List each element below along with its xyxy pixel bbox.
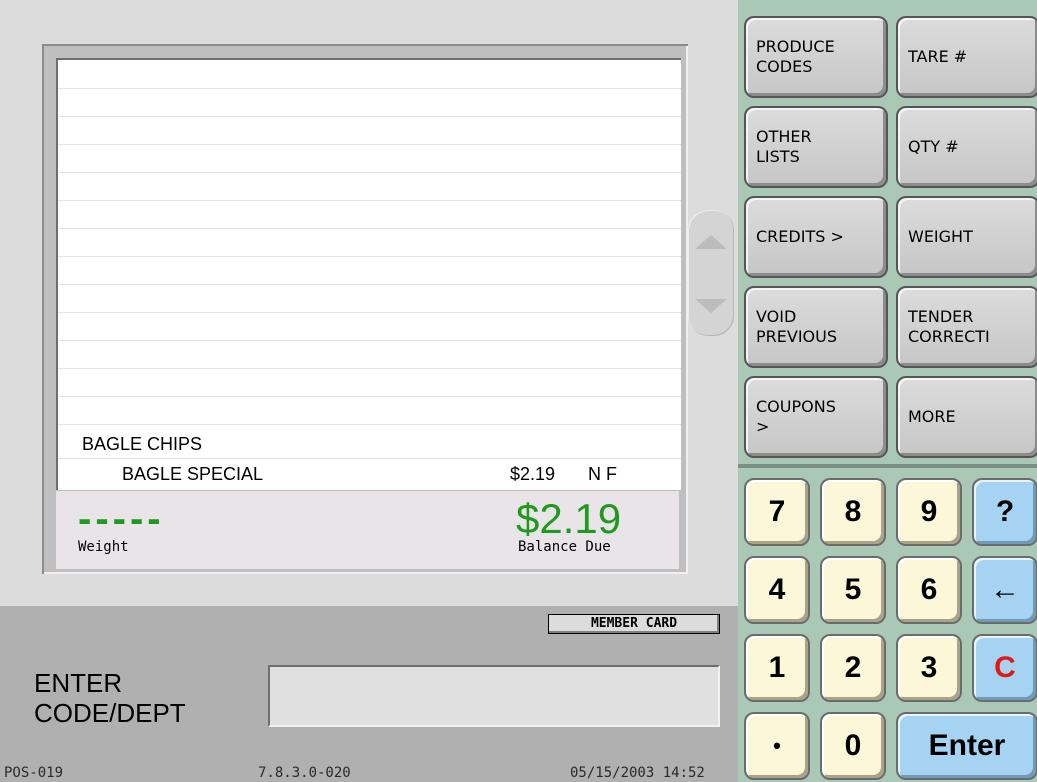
scroll-up-button[interactable] bbox=[688, 228, 734, 256]
key-8[interactable]: 8 bbox=[820, 478, 886, 546]
terminal-id: POS-019 bbox=[4, 765, 64, 781]
key-0[interactable]: 0 bbox=[820, 712, 886, 780]
clear-button[interactable]: C bbox=[972, 634, 1037, 702]
receipt-item-price: $2.19 bbox=[510, 464, 556, 484]
balance-due-amount: $2.19 bbox=[516, 495, 622, 542]
prompt-line-1: ENTER bbox=[34, 668, 123, 698]
help-button[interactable]: ? bbox=[972, 478, 1037, 546]
triangle-up-icon bbox=[695, 235, 727, 249]
key-1[interactable]: 1 bbox=[744, 634, 810, 702]
ruled-line bbox=[58, 256, 681, 257]
produce-codes-button[interactable]: PRODUCE CODES bbox=[744, 16, 888, 98]
pos-screen: BAGLE CHIPS BAGLE SPECIAL $2.19 N F ----… bbox=[0, 0, 1037, 782]
tender-correction-button[interactable]: TENDER CORRECTI bbox=[896, 286, 1037, 368]
entry-prompt: ENTER CODE/DEPT bbox=[34, 668, 186, 728]
receipt-item-description: BAGLE SPECIAL bbox=[122, 464, 264, 484]
balance-due-label: Balance Due bbox=[518, 539, 611, 555]
software-version: 7.8.3.0-020 bbox=[258, 765, 351, 781]
ruled-line bbox=[58, 88, 681, 89]
receipt-item-flags: N F bbox=[588, 464, 617, 484]
ruled-line bbox=[58, 368, 681, 369]
backspace-button[interactable]: ← bbox=[972, 556, 1037, 624]
key-decimal[interactable]: • bbox=[744, 712, 810, 780]
key-3[interactable]: 3 bbox=[896, 634, 962, 702]
credits-button[interactable]: CREDITS > bbox=[744, 196, 888, 278]
key-7[interactable]: 7 bbox=[744, 478, 810, 546]
triangle-down-icon bbox=[695, 299, 727, 313]
scroll-down-button[interactable] bbox=[688, 292, 734, 320]
ruled-line bbox=[58, 172, 681, 173]
ruled-line bbox=[58, 284, 681, 285]
ruled-line bbox=[58, 228, 681, 229]
coupons-button[interactable]: COUPONS > bbox=[744, 376, 888, 458]
totals-panel: ----- Weight $2.19 Balance Due bbox=[56, 490, 679, 569]
key-2[interactable]: 2 bbox=[820, 634, 886, 702]
scroll-control bbox=[688, 210, 734, 336]
entry-area: MEMBER CARD ENTER CODE/DEPT bbox=[0, 606, 738, 782]
ruled-line bbox=[58, 116, 681, 117]
enter-button[interactable]: Enter bbox=[896, 712, 1037, 780]
void-previous-button[interactable]: VOID PREVIOUS bbox=[744, 286, 888, 368]
receipt-item-description: BAGLE CHIPS bbox=[82, 434, 203, 454]
panel-divider bbox=[738, 464, 1037, 468]
ruled-line bbox=[58, 458, 681, 459]
tare-button[interactable]: TARE # bbox=[896, 16, 1037, 98]
ruled-line bbox=[58, 200, 681, 201]
ruled-line bbox=[58, 144, 681, 145]
weight-value: ----- bbox=[78, 497, 165, 541]
button-panel: PRODUCE CODES TARE # OTHER LISTS QTY # C… bbox=[738, 0, 1037, 782]
weight-label: Weight bbox=[78, 539, 129, 555]
ruled-line bbox=[58, 312, 681, 313]
ruled-line bbox=[58, 424, 681, 425]
prompt-line-2: CODE/DEPT bbox=[34, 698, 186, 728]
receipt-list[interactable]: BAGLE CHIPS BAGLE SPECIAL $2.19 N F bbox=[56, 58, 681, 490]
key-5[interactable]: 5 bbox=[820, 556, 886, 624]
qty-button[interactable]: QTY # bbox=[896, 106, 1037, 188]
ruled-line bbox=[58, 340, 681, 341]
ruled-line bbox=[58, 396, 681, 397]
more-button[interactable]: MORE bbox=[896, 376, 1037, 458]
key-6[interactable]: 6 bbox=[896, 556, 962, 624]
code-dept-input[interactable] bbox=[268, 665, 720, 727]
function-keys: PRODUCE CODES TARE # OTHER LISTS QTY # C… bbox=[738, 0, 1037, 464]
left-arrow-icon: ← bbox=[990, 573, 1020, 606]
other-lists-button[interactable]: OTHER LISTS bbox=[744, 106, 888, 188]
key-9[interactable]: 9 bbox=[896, 478, 962, 546]
member-card-button[interactable]: MEMBER CARD bbox=[548, 614, 720, 634]
status-bar: POS-019 7.8.3.0-020 05/15/2003 14:52 bbox=[0, 764, 738, 782]
weight-button[interactable]: WEIGHT bbox=[896, 196, 1037, 278]
transaction-pane: BAGLE CHIPS BAGLE SPECIAL $2.19 N F ----… bbox=[0, 0, 739, 782]
key-4[interactable]: 4 bbox=[744, 556, 810, 624]
date-time: 05/15/2003 14:52 bbox=[570, 765, 705, 781]
